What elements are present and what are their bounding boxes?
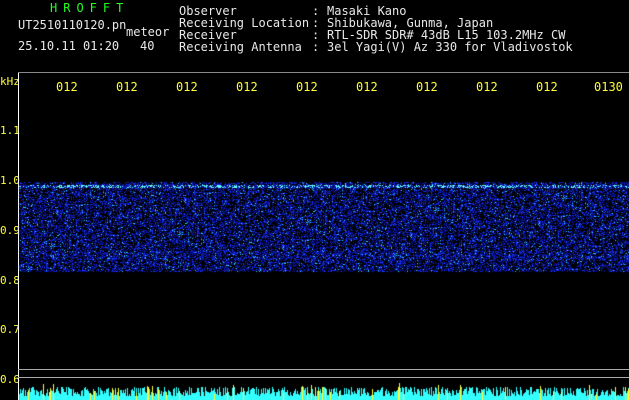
frequency-unit-label: kHz [0,75,20,88]
y-tick-label: 1.1 [0,124,20,137]
x-tick-label: 012 [476,80,498,94]
spectrum-waterfall [18,100,629,400]
x-tick-label: 012 [116,80,138,94]
date-time-label: 25.10.11 01:20 [18,39,120,53]
y-tick-label: 0.6 [0,373,20,386]
x-tick-label: 012 [296,80,318,94]
filename-label: UT2510110120.pn [18,18,127,32]
x-tick-label: 0130 [594,80,623,94]
y-tick-label: 0.9 [0,224,20,237]
y-tick-label: 1.0 [0,174,20,187]
antenna-label: Receiving Antenna [179,40,302,54]
y-tick-label: 0.7 [0,323,20,336]
meteor-label: meteor [126,25,170,39]
x-tick-label: 012 [56,80,78,94]
y-tick-label: 0.8 [0,274,20,287]
x-tick-label: 012 [416,80,438,94]
x-tick-label: 012 [176,80,198,94]
meteor-count: 40 [140,39,155,53]
app-title: HROFFT [50,1,130,15]
antenna-value: 3el Yagi(V) Az 330 for Vladivostok [327,40,573,54]
colon: : [312,40,320,54]
x-tick-label: 012 [356,80,378,94]
top-border-line [18,72,629,73]
x-tick-label: 012 [536,80,558,94]
x-tick-label: 012 [236,80,258,94]
